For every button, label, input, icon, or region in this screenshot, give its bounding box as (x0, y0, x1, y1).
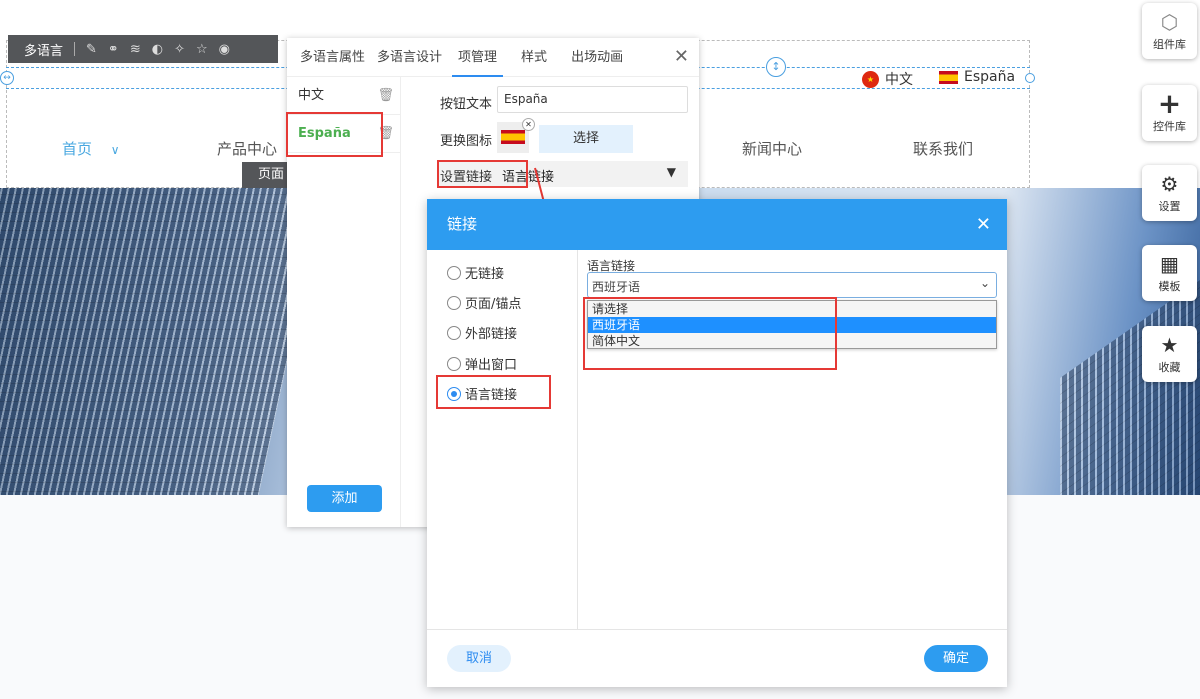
palette-icon[interactable]: ◐ (152, 42, 163, 57)
lang-switch-zh[interactable]: ★ 中文 (862, 69, 913, 89)
button-text-input[interactable]: España (497, 86, 688, 113)
component-library-button[interactable]: ⬡ 组件库 (1142, 3, 1197, 59)
toolbar-label[interactable]: 多语言 (24, 40, 63, 59)
remove-icon[interactable]: ✕ (522, 118, 535, 131)
lang-label: España (964, 69, 1016, 85)
highlight-box (286, 112, 383, 157)
dialog-title: 链接 (447, 215, 478, 233)
radio-external-link[interactable]: 外部链接 (447, 323, 517, 342)
resize-horizontal-handle[interactable]: ↔ (0, 71, 14, 85)
page-tab[interactable]: 页面 (242, 162, 290, 188)
nav-item-contact[interactable]: 联系我们 (913, 138, 973, 159)
eye-icon[interactable]: ◉ (219, 42, 230, 57)
widget-library-button[interactable]: + 控件库 (1142, 85, 1197, 141)
nav-item-news[interactable]: 新闻中心 (742, 138, 802, 159)
chevron-down-icon: ∨ (110, 143, 120, 157)
grid-icon: ▦ (1160, 252, 1179, 276)
spain-flag-icon (501, 130, 525, 144)
tab-animation[interactable]: 出场动画 (565, 38, 629, 77)
button-text-label: 按钮文本 (440, 97, 493, 112)
item-label: 中文 (298, 88, 325, 103)
star-icon[interactable]: ☆ (196, 42, 208, 57)
close-icon[interactable]: ✕ (674, 46, 689, 67)
dialog-header: 链接 ✕ (427, 199, 1007, 250)
language-select[interactable]: 西班牙语 ⌄ (587, 272, 997, 298)
tab-items[interactable]: 项管理 (452, 38, 504, 77)
link-icon[interactable]: ⚭ (108, 42, 119, 57)
list-item[interactable]: 中文 🗑 (287, 77, 400, 115)
element-toolbar: 多语言 ✎ ⚭ ≋ ◐ ✧ ☆ ◉ (8, 35, 278, 63)
star-icon: ★ (1160, 333, 1179, 357)
cancel-button[interactable]: 取消 (447, 645, 511, 672)
tab-style[interactable]: 样式 (515, 38, 553, 77)
highlight-box (437, 160, 528, 188)
change-icon-label: 更换图标 (440, 134, 493, 149)
lang-switch-es[interactable]: España (939, 69, 1015, 85)
nav-item-home[interactable]: 首页 ∨ (62, 138, 120, 159)
nav-item-products[interactable]: 产品中心 (217, 138, 277, 159)
panel-tabs: 多语言属性 多语言设计 项管理 样式 出场动画 ✕ (287, 38, 699, 77)
edit-icon[interactable]: ✎ (86, 42, 97, 57)
divider (577, 250, 578, 629)
trash-icon[interactable]: 🗑 (377, 77, 394, 115)
gear-icon: ⚙ (1160, 172, 1179, 196)
choose-icon-button[interactable]: 选择 (539, 125, 633, 153)
highlight-box (436, 375, 551, 409)
radio-popup[interactable]: 弹出窗口 (447, 354, 517, 373)
ok-button[interactable]: 确定 (924, 645, 988, 672)
magic-icon[interactable]: ✧ (174, 42, 185, 57)
add-button[interactable]: 添加 (307, 485, 382, 512)
lang-label: 中文 (885, 72, 913, 88)
divider (427, 629, 1007, 630)
layers-icon[interactable]: ≋ (130, 42, 141, 57)
china-flag-icon: ★ (862, 70, 879, 88)
divider (74, 42, 76, 56)
radio-no-link[interactable]: 无链接 (447, 263, 504, 282)
settings-button[interactable]: ⚙ 设置 (1142, 165, 1197, 221)
resize-handle[interactable] (1025, 73, 1035, 83)
item-list: 中文 🗑 España 🗑 添加 (286, 77, 401, 527)
link-dialog: 链接 ✕ 无链接 页面/锚点 外部链接 弹出窗口 语言链接 语言链接 西班牙语 ⌄ … (427, 199, 1007, 687)
radio-page-anchor[interactable]: 页面/锚点 (447, 293, 521, 312)
dropdown-arrow-icon: ▼ (666, 165, 676, 179)
template-button[interactable]: ▦ 模板 (1142, 245, 1197, 301)
tab-properties[interactable]: 多语言属性 (294, 38, 371, 77)
cube-icon: ⬡ (1160, 10, 1179, 34)
resize-vertical-handle[interactable]: ↕ (766, 57, 786, 77)
tab-design[interactable]: 多语言设计 (371, 38, 448, 77)
highlight-box (583, 297, 837, 370)
close-icon[interactable]: ✕ (976, 199, 991, 250)
favorites-button[interactable]: ★ 收藏 (1142, 326, 1197, 382)
chevron-down-icon: ⌄ (979, 276, 990, 290)
spain-flag-icon (939, 70, 958, 84)
plus-icon: + (1157, 87, 1182, 120)
